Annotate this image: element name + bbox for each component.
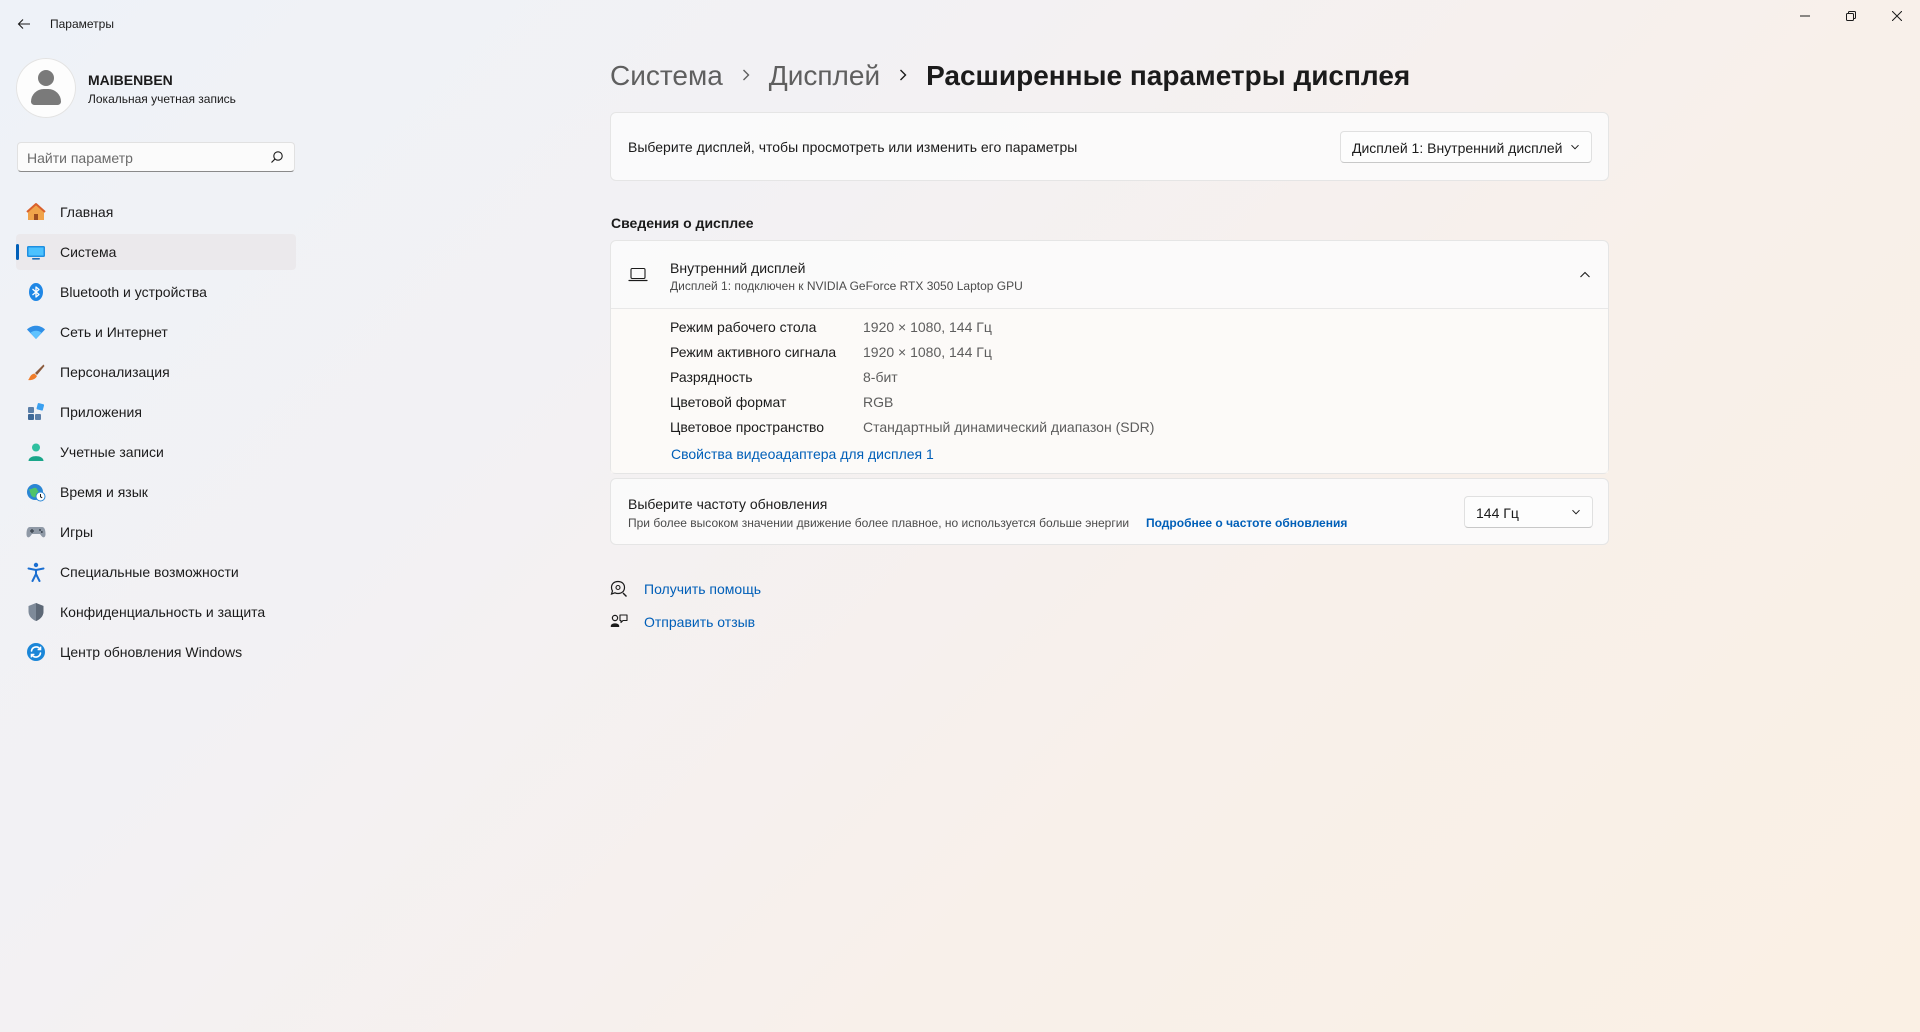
sidebar-item-label: Специальные возможности xyxy=(60,564,239,580)
sidebar-item-accessibility[interactable]: Специальные возможности xyxy=(16,554,296,590)
minimize-button[interactable] xyxy=(1782,0,1828,32)
time-language-icon xyxy=(26,482,46,502)
profile-account-type: Локальная учетная запись xyxy=(88,92,236,106)
sidebar-item-accounts[interactable]: Учетные записи xyxy=(16,434,296,470)
breadcrumb-item-display[interactable]: Дисплей xyxy=(769,60,880,92)
update-icon xyxy=(26,642,46,662)
accounts-icon xyxy=(26,442,46,462)
display-info-details: Режим рабочего стола 1920 × 1080, 144 Гц… xyxy=(611,309,1608,473)
brush-icon xyxy=(26,362,46,382)
sidebar-item-windows-update[interactable]: Центр обновления Windows xyxy=(16,634,296,670)
close-button[interactable] xyxy=(1874,0,1920,32)
sidebar-item-gaming[interactable]: Игры xyxy=(16,514,296,550)
shield-icon xyxy=(26,602,46,622)
info-key: Разрядность xyxy=(670,369,753,385)
search-icon[interactable] xyxy=(270,150,284,164)
breadcrumb: Система Дисплей Расширенные параметры ди… xyxy=(610,56,1410,96)
avatar-body-shape xyxy=(31,89,61,105)
system-icon xyxy=(26,242,46,262)
info-value: 8-бит xyxy=(863,369,898,385)
display-dropdown-value: Дисплей 1: Внутренний дисплей xyxy=(1352,140,1563,156)
display-info-card: Внутренний дисплей Дисплей 1: подключен … xyxy=(610,240,1609,474)
breadcrumb-item-system[interactable]: Система xyxy=(610,60,723,92)
display-dropdown[interactable]: Дисплей 1: Внутренний дисплей xyxy=(1340,131,1592,163)
profile-name: MAIBENBEN xyxy=(88,72,173,88)
sidebar-item-time-language[interactable]: Время и язык xyxy=(16,474,296,510)
sidebar-item-label: Центр обновления Windows xyxy=(60,644,243,660)
search-input[interactable] xyxy=(18,143,269,173)
sidebar-item-apps[interactable]: Приложения xyxy=(16,394,296,430)
sidebar-item-bluetooth[interactable]: Bluetooth и устройства xyxy=(16,274,296,310)
info-value: Стандартный динамический диапазон (SDR) xyxy=(863,419,1155,435)
bluetooth-icon xyxy=(26,282,46,302)
home-icon xyxy=(26,202,46,222)
chevron-right-icon xyxy=(898,65,908,88)
display-info-header[interactable]: Внутренний дисплей Дисплей 1: подключен … xyxy=(611,241,1608,309)
info-key: Цветовое пространство xyxy=(670,419,825,435)
refresh-rate-value: 144 Гц xyxy=(1476,505,1519,521)
sidebar-item-personalization[interactable]: Персонализация xyxy=(16,354,296,390)
info-key: Режим активного сигнала xyxy=(670,344,837,360)
info-key: Цветовой формат xyxy=(670,394,787,410)
sidebar-item-privacy[interactable]: Конфиденциальность и защита xyxy=(16,594,296,630)
sidebar-item-label: Приложения xyxy=(60,404,142,420)
title-bar: Параметры xyxy=(0,0,1920,48)
feedback-icon xyxy=(610,614,628,627)
sidebar-item-label: Персонализация xyxy=(60,364,170,380)
sidebar-item-home[interactable]: Главная xyxy=(16,194,296,230)
restore-button[interactable] xyxy=(1828,0,1874,32)
refresh-rate-description: При более высоком значении движение боле… xyxy=(628,516,1130,530)
refresh-rate-title: Выберите частоту обновления xyxy=(628,496,828,512)
sidebar-item-label: Bluetooth и устройства xyxy=(60,284,207,300)
avatar-head-shape xyxy=(38,70,54,86)
sidebar-item-label: Игры xyxy=(60,524,94,540)
feedback-link: Отправить отзыв xyxy=(644,614,756,630)
get-help-row[interactable]: Получить помощь xyxy=(610,577,761,601)
sidebar-item-system[interactable]: Система xyxy=(16,234,296,270)
chevron-down-icon xyxy=(1572,509,1580,515)
wifi-icon xyxy=(26,322,46,342)
close-icon xyxy=(1892,11,1902,21)
sidebar-item-label: Система xyxy=(60,244,117,260)
user-profile[interactable]: MAIBENBEN Локальная учетная запись xyxy=(16,58,296,118)
help-icon xyxy=(610,580,627,597)
sidebar-nav: Главная Система Bluetooth и устройства С… xyxy=(16,194,296,674)
info-value: RGB xyxy=(863,394,894,410)
sidebar-item-label: Время и язык xyxy=(60,484,148,500)
page-title: Расширенные параметры дисплея xyxy=(926,60,1411,91)
info-value: 1920 × 1080, 144 Гц xyxy=(863,319,992,335)
display-select-card: Выберите дисплей, чтобы просмотреть или … xyxy=(610,112,1609,181)
laptop-icon xyxy=(628,267,648,282)
info-value: 1920 × 1080, 144 Гц xyxy=(863,344,992,360)
display-info-subtitle: Дисплей 1: подключен к NVIDIA GeForce RT… xyxy=(670,279,1023,293)
app-title: Параметры xyxy=(50,17,114,31)
back-button[interactable] xyxy=(10,10,38,38)
restore-icon xyxy=(1846,11,1856,21)
sidebar-item-label: Учетные записи xyxy=(60,444,164,460)
minimize-icon xyxy=(1800,15,1810,17)
adapter-properties-link[interactable]: Свойства видеоадаптера для дисплея 1 xyxy=(671,446,934,462)
refresh-rate-learn-more-link[interactable]: Подробнее о частоте обновления xyxy=(1146,516,1347,530)
search-box xyxy=(17,142,295,173)
get-help-link: Получить помощь xyxy=(644,581,762,597)
refresh-rate-dropdown[interactable]: 144 Гц xyxy=(1464,496,1593,528)
chevron-right-icon xyxy=(741,65,751,88)
refresh-rate-card: Выберите частоту обновления При более вы… xyxy=(610,478,1609,545)
avatar xyxy=(16,58,76,118)
info-key: Режим рабочего стола xyxy=(670,319,817,335)
sidebar-item-network[interactable]: Сеть и Интернет xyxy=(16,314,296,350)
gamepad-icon xyxy=(26,522,46,542)
accessibility-icon xyxy=(26,562,46,582)
sidebar-item-label: Конфиденциальность и защита xyxy=(60,604,266,620)
section-title-display-info: Сведения о дисплее xyxy=(611,215,754,231)
chevron-down-icon xyxy=(1571,144,1579,150)
sidebar-item-label: Главная xyxy=(60,204,114,220)
chevron-up-icon[interactable] xyxy=(1579,269,1591,281)
arrow-left-icon xyxy=(17,19,30,29)
sidebar-item-label: Сеть и Интернет xyxy=(60,324,168,340)
feedback-row[interactable]: Отправить отзыв xyxy=(610,610,755,634)
display-info-title: Внутренний дисплей xyxy=(670,260,806,276)
apps-icon xyxy=(26,402,46,422)
display-select-label: Выберите дисплей, чтобы просмотреть или … xyxy=(628,139,1078,155)
